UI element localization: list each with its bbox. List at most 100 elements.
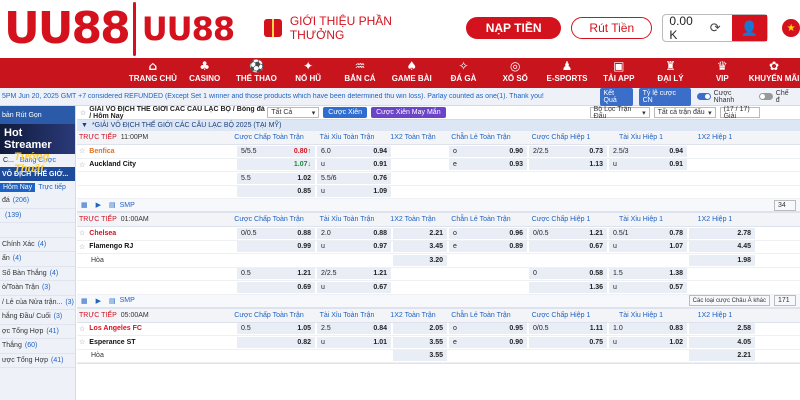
nav-item[interactable]: ♣ CASINO [179, 58, 231, 88]
odds-cell[interactable]: 2/2.5 0.73 [529, 145, 607, 157]
nav-item[interactable]: ◎ XỔ SỐ [489, 58, 541, 88]
lucky-parlay-button[interactable]: Cược Xiên May Mắn [371, 107, 446, 118]
streamer-banner[interactable]: Hot Streamer Tướng Thuật [0, 124, 75, 175]
refresh-icon[interactable]: ⟳ [710, 20, 726, 36]
odds-cell[interactable]: 2.21 [393, 227, 447, 239]
odds-cell[interactable]: 2.5/3 0.94 [609, 145, 687, 157]
match-filter-select[interactable]: Bộ Lọc Trận Đấu ▾ [589, 106, 650, 120]
odds-cell[interactable]: o 0.90 [449, 145, 527, 157]
odds-cell[interactable]: o 0.95 [449, 323, 527, 335]
subtab-today[interactable]: Hôm Nay [0, 183, 36, 192]
odds-cell[interactable]: u 1.07 [609, 241, 687, 253]
favorite-star-icon[interactable]: ☆ [79, 325, 85, 333]
sidebar-item[interactable] [0, 223, 75, 238]
deposit-button[interactable]: NẠP TIỀN [466, 17, 562, 39]
chart-icon[interactable]: ▤ [109, 297, 116, 305]
odds-cell[interactable]: o 0.96 [449, 227, 527, 239]
odds-cell[interactable]: 0/0.5 1.11 [529, 323, 607, 335]
results-button[interactable]: Kết Quả [599, 87, 633, 106]
sidebar-item[interactable]: Chính Xác (4) [0, 238, 75, 252]
odds-cell[interactable]: u 0.57 [609, 281, 687, 293]
sidebar-item[interactable]: ò/Toàn Trận (3) [0, 281, 75, 296]
odds-cell[interactable]: 6.0 0.94 [317, 145, 391, 157]
smp-link[interactable]: SMP [120, 202, 135, 209]
favorite-star-icon[interactable]: ☆ [79, 147, 85, 155]
smp-link[interactable]: SMP [120, 297, 135, 304]
odds-cell[interactable]: 0.5 1.21 [237, 268, 315, 280]
odds-cell[interactable]: 3.20 [393, 254, 447, 266]
bet-type-select[interactable]: Các loại cược Châu Á khác [688, 295, 770, 306]
odds-cell[interactable]: 3.55 [393, 350, 447, 362]
all-matches-select[interactable]: Tất cả trận đấu ▾ [653, 107, 716, 118]
sidebar-item[interactable]: hắng Đầu/ Cuối (3) [0, 310, 75, 325]
odds-cell[interactable]: 0/0.5 0.88 [237, 227, 315, 239]
sidebar-item[interactable]: ợc Tổng Hợp (41) [0, 325, 75, 339]
quick-bet-toggle[interactable] [696, 93, 711, 100]
sidebar-item[interactable]: ược Tổng Hợp (41) [0, 354, 75, 368]
odds-cell[interactable]: 3.45 [393, 241, 447, 253]
odds-cell[interactable]: 1.98 [689, 254, 755, 266]
league-header[interactable]: ▼ *GIẢI VÔ ĐỊCH THẾ GIỚI CÁC CÂU LẠC BỘ … [77, 120, 800, 131]
odds-cell[interactable]: u 0.91 [609, 159, 687, 171]
favorite-star-icon[interactable]: ☆ [79, 161, 85, 169]
odds-cell[interactable]: u 1.09 [317, 186, 391, 198]
favorite-star-icon[interactable]: ☆ [79, 229, 85, 237]
nav-item[interactable]: ✧ ĐÁ GÀ [438, 58, 490, 88]
odds-cell[interactable]: 0.67 [529, 241, 607, 253]
odds-cell[interactable]: 0.69 [237, 281, 315, 293]
language-flag-icon[interactable]: ★ [782, 19, 800, 37]
odds-cell[interactable]: 0.85 [237, 186, 315, 198]
odds-cell[interactable]: u 1.01 [317, 336, 391, 348]
nav-item[interactable]: ✿ KHUYẾN MÃI [748, 58, 800, 88]
filter-all-select[interactable]: Tất Cả ▾ [267, 107, 320, 118]
mode-toggle[interactable] [759, 93, 773, 100]
odds-cell[interactable]: 5/5.5 0.80↑ [237, 145, 315, 157]
odds-cell[interactable]: 2.21 [689, 350, 755, 362]
sidebar-item[interactable]: Thắng (60) [0, 339, 75, 354]
team-name[interactable]: Benfica [89, 148, 114, 155]
nav-item[interactable]: ⌂ TRANG CHỦ [127, 58, 179, 88]
team-name[interactable]: Flamengo RJ [89, 243, 133, 250]
league-page-indicator[interactable]: (17 / 17) Giải [719, 106, 760, 120]
team-name[interactable]: Los Angeles FC [89, 325, 142, 332]
more-markets-select[interactable]: 171 [774, 295, 796, 306]
team-name[interactable]: Auckland City [89, 161, 136, 168]
favorite-star-icon[interactable]: ☆ [79, 243, 85, 251]
team-name[interactable]: Esperance ST [89, 339, 135, 346]
favorite-star-icon[interactable]: ☆ [79, 338, 85, 346]
odds-cell[interactable]: 2.0 0.88 [317, 227, 391, 239]
odds-cell[interactable]: 2.58 [689, 323, 755, 335]
odds-cell[interactable]: u 0.97 [317, 241, 391, 253]
odds-cell[interactable]: 0.82 [237, 336, 315, 348]
odds-cell[interactable]: e 0.93 [449, 159, 527, 171]
odds-cell[interactable]: u 1.02 [609, 336, 687, 348]
nav-item[interactable]: ♠ GAME BÀI [386, 58, 438, 88]
odds-cell[interactable]: 2.78 [689, 227, 755, 239]
subtab-live[interactable]: Trực tiếp [35, 184, 69, 191]
nav-item[interactable]: ♛ VIP [696, 58, 748, 88]
odds-cell[interactable]: 2.5 0.84 [317, 323, 391, 335]
brand-logo[interactable]: UU88 UU88 [0, 0, 235, 58]
nav-item[interactable]: ▣ TẢI APP [593, 58, 645, 88]
odds-cell[interactable]: 1.5 1.38 [609, 268, 687, 280]
parlay-button[interactable]: Cược Xiên [323, 107, 368, 118]
team-name[interactable]: Chelsea [89, 230, 116, 237]
odds-cell[interactable]: 0/0.5 1.21 [529, 227, 607, 239]
odds-cell[interactable]: 2.05 [393, 323, 447, 335]
live-tv-icon[interactable]: ▶ [96, 201, 101, 209]
odds-cell[interactable]: 0.5/1 0.78 [609, 227, 687, 239]
user-menu-icon[interactable]: 👤 [731, 15, 768, 41]
odds-cell[interactable]: e 0.90 [449, 336, 527, 348]
nav-item[interactable]: ♒ BẮN CÁ [334, 58, 386, 88]
odds-type-select[interactable]: Tỷ lệ cược CN [638, 87, 691, 106]
odds-cell[interactable]: 3.55 [393, 336, 447, 348]
odds-cell[interactable]: 0 0.58 [529, 268, 607, 280]
sidebar-item[interactable]: ấn (4) [0, 252, 75, 267]
odds-cell[interactable]: 1.36 [529, 281, 607, 293]
odds-cell[interactable]: 4.45 [689, 241, 755, 253]
odds-cell[interactable]: 4.05 [689, 336, 755, 348]
live-tv-icon[interactable]: ▶ [96, 297, 101, 305]
sidebar-item[interactable]: / Lẻ của Nửa trận... (3) [0, 296, 75, 310]
chart-icon[interactable]: ▤ [109, 201, 116, 209]
odds-cell[interactable]: 5.5/6 0.76 [317, 172, 391, 184]
